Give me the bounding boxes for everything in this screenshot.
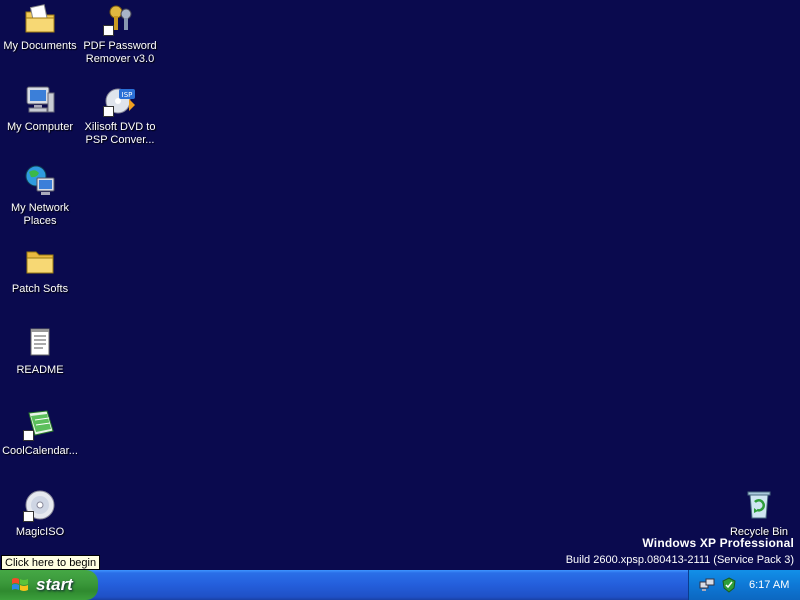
security-center-icon[interactable] xyxy=(721,577,737,593)
my-computer-label: My Computer xyxy=(6,121,74,133)
text-document-icon xyxy=(23,326,57,360)
start-button[interactable]: start xyxy=(0,570,98,600)
desktop-icon-my-computer[interactable]: My Computer xyxy=(0,83,80,134)
shortcut-arrow-icon xyxy=(23,430,34,441)
desktop-icon-patch-softs[interactable]: Patch Softs xyxy=(0,245,80,296)
desktop-icon-my-network-places[interactable]: My Network Places xyxy=(0,164,80,228)
desktop-icon-recycle-bin[interactable]: Recycle Bin xyxy=(719,488,799,539)
os-edition-watermark: Windows XP Professional xyxy=(642,536,794,550)
pdf-password-key-icon xyxy=(103,2,137,36)
start-tooltip: Click here to begin xyxy=(1,555,101,570)
patch-softs-label: Patch Softs xyxy=(11,283,69,295)
system-tray: 6:17 AM xyxy=(688,570,800,600)
readme-label: README xyxy=(16,364,64,376)
pdf-password-remover-label: PDF Password Remover v3.0 xyxy=(83,40,157,65)
my-documents-label: My Documents xyxy=(3,40,77,52)
coolcalendar-label: CoolCalendar... xyxy=(2,445,78,457)
my-computer-icon xyxy=(23,83,57,117)
my-network-places-label: My Network Places xyxy=(10,202,70,227)
start-label: start xyxy=(36,575,73,594)
calendar-icon xyxy=(23,407,57,441)
shortcut-arrow-icon xyxy=(23,511,34,522)
my-documents-icon xyxy=(23,2,57,36)
desktop-icon-xilisoft-dvd[interactable]: ISP Xilisoft DVD to PSP Conver... xyxy=(80,83,160,147)
desktop-icon-coolcalendar[interactable]: CoolCalendar... xyxy=(0,407,80,458)
desktop-icon-magiciso[interactable]: MagicISO xyxy=(0,488,80,539)
windows-logo-icon xyxy=(12,578,28,591)
svg-text:ISP: ISP xyxy=(122,91,133,99)
network-connection-icon[interactable] xyxy=(699,577,715,593)
os-build-watermark: Build 2600.xpsp.080413-2111 (Service Pac… xyxy=(565,554,794,566)
shortcut-arrow-icon xyxy=(103,25,114,36)
taskbar: start 6:17 AM xyxy=(0,570,800,600)
my-network-places-icon xyxy=(23,164,57,198)
clock[interactable]: 6:17 AM xyxy=(749,579,789,591)
desktop-icon-my-documents[interactable]: My Documents xyxy=(0,2,80,53)
xilisoft-dvd-label: Xilisoft DVD to PSP Conver... xyxy=(84,121,156,146)
xilisoft-dvd-icon: ISP xyxy=(103,83,137,117)
folder-icon xyxy=(23,245,57,279)
desktop-icon-pdf-password-remover[interactable]: PDF Password Remover v3.0 xyxy=(80,2,160,66)
recycle-bin-icon xyxy=(742,488,776,522)
desktop: My Documents My Computer My Network Plac xyxy=(0,0,800,570)
magiciso-label: MagicISO xyxy=(15,526,65,538)
cd-disc-icon xyxy=(23,488,57,522)
desktop-icon-readme[interactable]: README xyxy=(0,326,80,377)
shortcut-arrow-icon xyxy=(103,106,114,117)
